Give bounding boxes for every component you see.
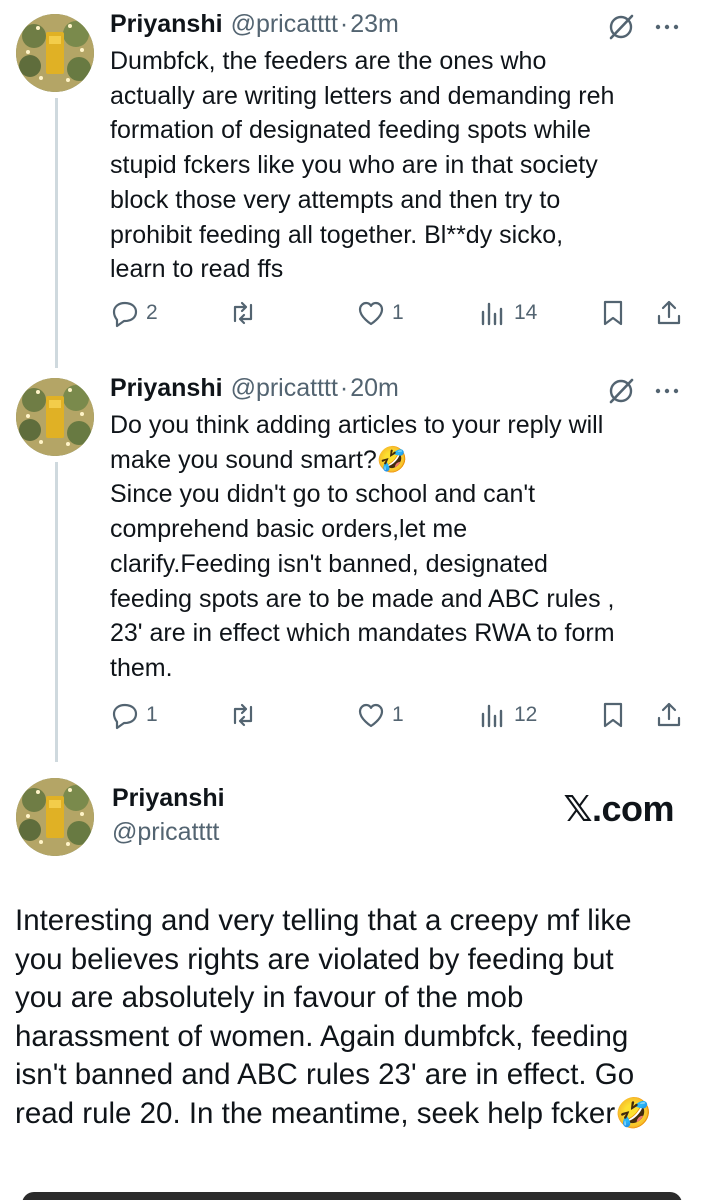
like-button[interactable]: 1 (356, 700, 404, 730)
reply-button[interactable]: 2 (110, 298, 158, 328)
separator-dot: · (339, 374, 349, 402)
view-count: 14 (514, 301, 538, 324)
user-name[interactable]: Priyanshi (110, 374, 223, 403)
share-button[interactable] (654, 298, 684, 328)
repost-button[interactable] (228, 298, 258, 328)
heart-icon (358, 703, 384, 728)
x-watermark: 𝕏.com (563, 788, 674, 829)
more-icon[interactable] (652, 376, 682, 406)
thread-line (55, 98, 58, 368)
user-handle[interactable]: @pricatttt (231, 10, 338, 39)
quote-text: Interesting and very telling that a cree… (15, 904, 652, 1130)
more-icon[interactable] (652, 12, 682, 42)
avatar-image (16, 778, 94, 856)
avatar-image (16, 378, 94, 456)
repost-icon (233, 301, 253, 325)
repost-icon (233, 703, 253, 727)
like-count: 1 (392, 703, 404, 726)
media-card-edge (22, 1192, 682, 1200)
bookmark-icon (603, 300, 623, 326)
reply-count: 1 (146, 703, 158, 726)
views-icon (481, 704, 503, 728)
tweet-text: Dumbfck, the feeders are the ones who ac… (110, 47, 615, 284)
heart-icon (358, 301, 384, 326)
views-icon (481, 302, 503, 326)
view-count: 12 (514, 703, 538, 726)
separator-dot: · (339, 10, 349, 38)
user-handle[interactable]: @pricatttt (231, 374, 338, 403)
reply-icon (112, 703, 138, 730)
tweet-actions: 2 1 14 (110, 298, 690, 332)
timestamp[interactable]: 23m (350, 10, 399, 39)
avatar[interactable] (16, 778, 94, 856)
thread-line (55, 462, 58, 762)
tweet-text: Do you think adding articles to your rep… (110, 411, 615, 682)
grok-icon[interactable] (606, 376, 636, 406)
quote-user-handle: @pricatttt (112, 818, 220, 846)
views-button[interactable]: 14 (478, 298, 537, 328)
bookmark-icon (603, 702, 623, 728)
share-icon (657, 300, 681, 325)
tweet-header: Priyanshi @pricatttt · 23m (110, 10, 399, 39)
views-button[interactable]: 12 (478, 700, 537, 730)
tweet-actions: 1 1 12 (110, 700, 690, 734)
like-count: 1 (392, 301, 404, 324)
avatar[interactable] (16, 378, 94, 456)
reply-button[interactable]: 1 (110, 700, 158, 730)
avatar[interactable] (16, 14, 94, 92)
quote-user-name: Priyanshi (112, 784, 225, 812)
repost-button[interactable] (228, 700, 258, 730)
bookmark-button[interactable] (598, 298, 628, 328)
reply-icon (112, 301, 138, 328)
timestamp[interactable]: 20m (350, 374, 399, 403)
like-button[interactable]: 1 (356, 298, 404, 328)
reply-count: 2 (146, 301, 158, 324)
avatar-image (16, 14, 94, 92)
share-icon (657, 702, 681, 727)
grok-icon[interactable] (606, 12, 636, 42)
share-button[interactable] (654, 700, 684, 730)
bookmark-button[interactable] (598, 700, 628, 730)
user-name[interactable]: Priyanshi (110, 10, 223, 39)
tweet-header: Priyanshi @pricatttt · 20m (110, 374, 399, 403)
